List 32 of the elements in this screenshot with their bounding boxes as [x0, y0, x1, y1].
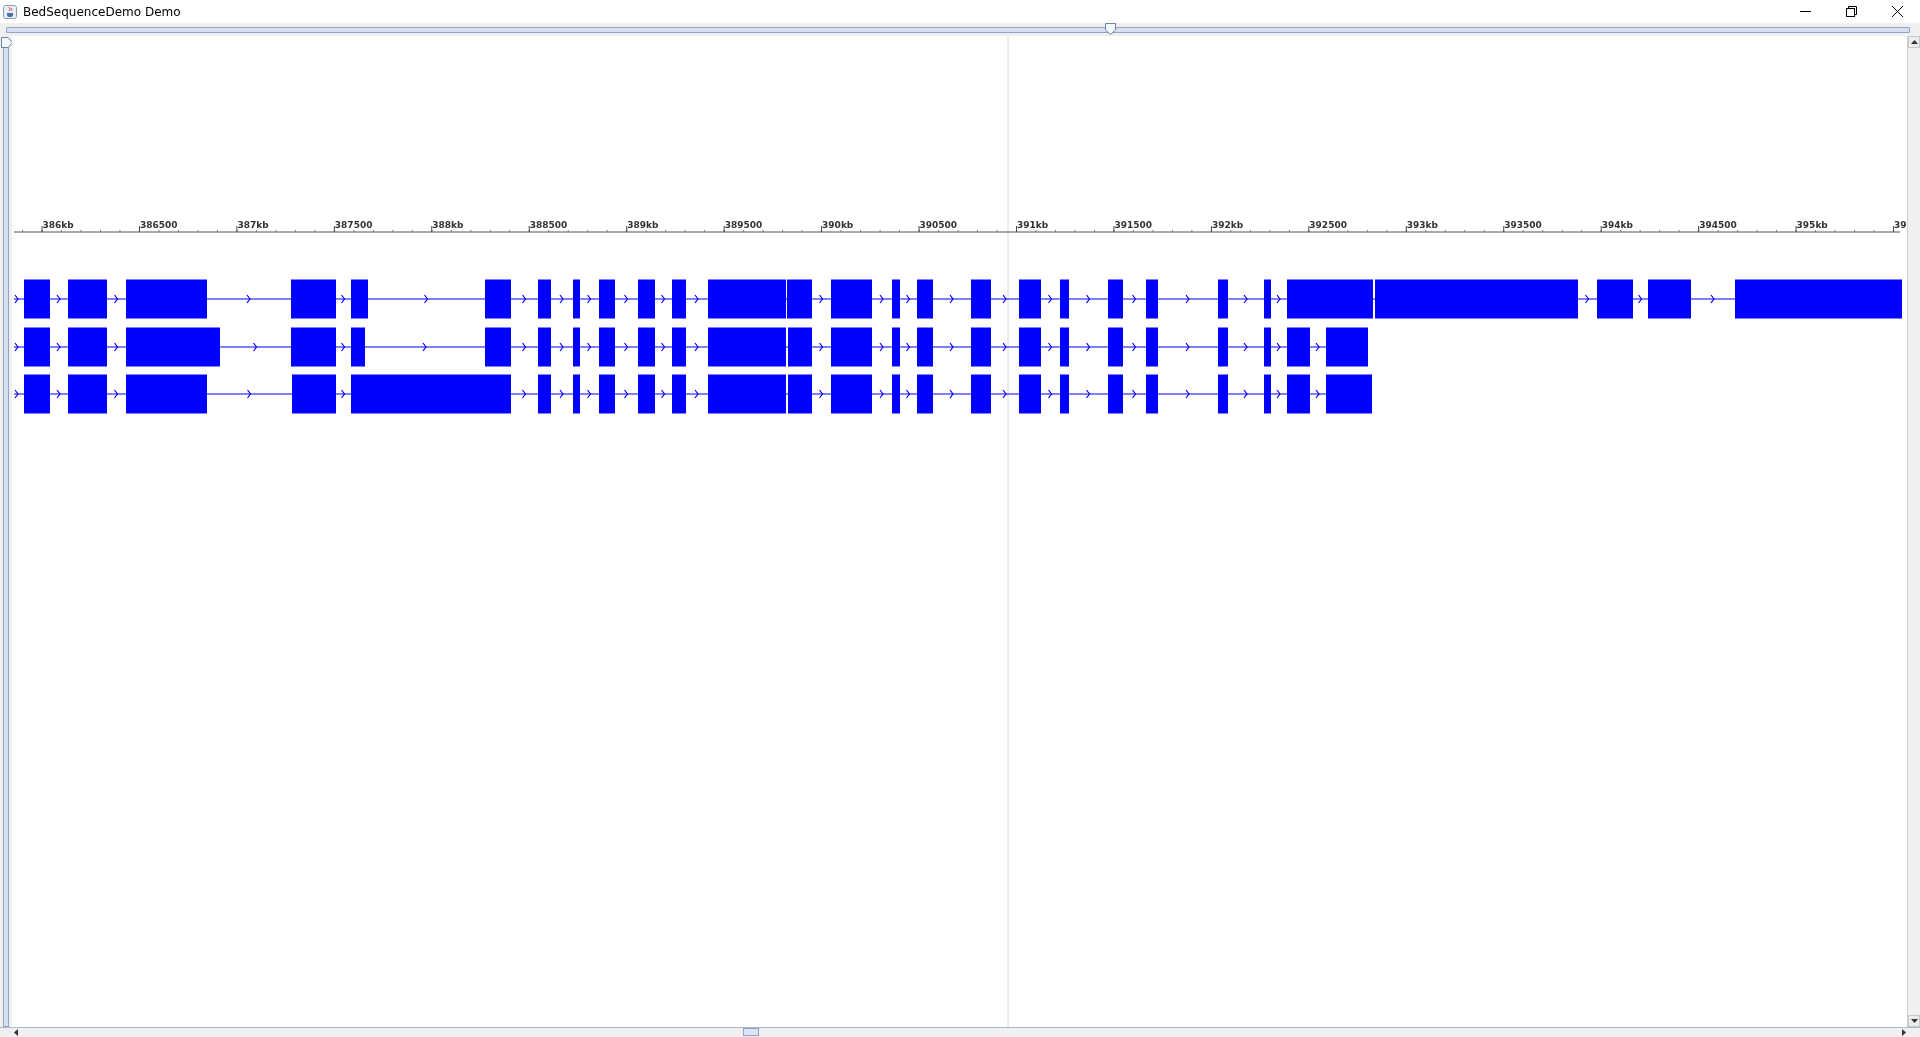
tick-label: 388500 [529, 220, 568, 230]
scrollbar-thumb[interactable] [743, 1028, 759, 1036]
tick-label: 388kb [432, 220, 464, 230]
tick-label: 389kb [627, 220, 659, 230]
tick-label: 39 [1894, 220, 1907, 230]
slider-thumb[interactable] [1105, 22, 1117, 35]
tick-label: 393500 [1504, 220, 1542, 230]
down-arrow-icon [1910, 1019, 1918, 1023]
window-title: BedSequenceDemo Demo [23, 4, 182, 19]
scroll-right-icon[interactable] [1902, 1029, 1906, 1036]
scroll-up-button[interactable] [1908, 36, 1920, 48]
tick-label: 393kb [1406, 220, 1438, 230]
tick-label: 395kb [1796, 220, 1828, 230]
restore-icon [1845, 6, 1857, 17]
scroll-left-icon[interactable] [14, 1029, 18, 1036]
tick-label: 390kb [822, 220, 854, 230]
tick-label: 390500 [919, 220, 958, 230]
tick-label: 394kb [1601, 220, 1633, 230]
tick-label: 391kb [1017, 220, 1049, 230]
tick-label: 394500 [1699, 220, 1737, 230]
tick-label: 386500 [139, 220, 178, 230]
up-arrow-icon [1910, 40, 1918, 44]
tick-label: 387kb [237, 220, 269, 230]
tick-label: 391500 [1114, 220, 1153, 230]
tick-label: 392500 [1309, 220, 1347, 230]
tick-label: 389500 [724, 220, 763, 230]
scroll-down-button[interactable] [1908, 1015, 1920, 1027]
coffee-cup-icon [3, 4, 17, 19]
tick-label: 386kb [42, 220, 74, 230]
tick-label: 387500 [334, 220, 373, 230]
close-icon [1891, 6, 1903, 17]
tick-label: 392kb [1211, 220, 1244, 230]
